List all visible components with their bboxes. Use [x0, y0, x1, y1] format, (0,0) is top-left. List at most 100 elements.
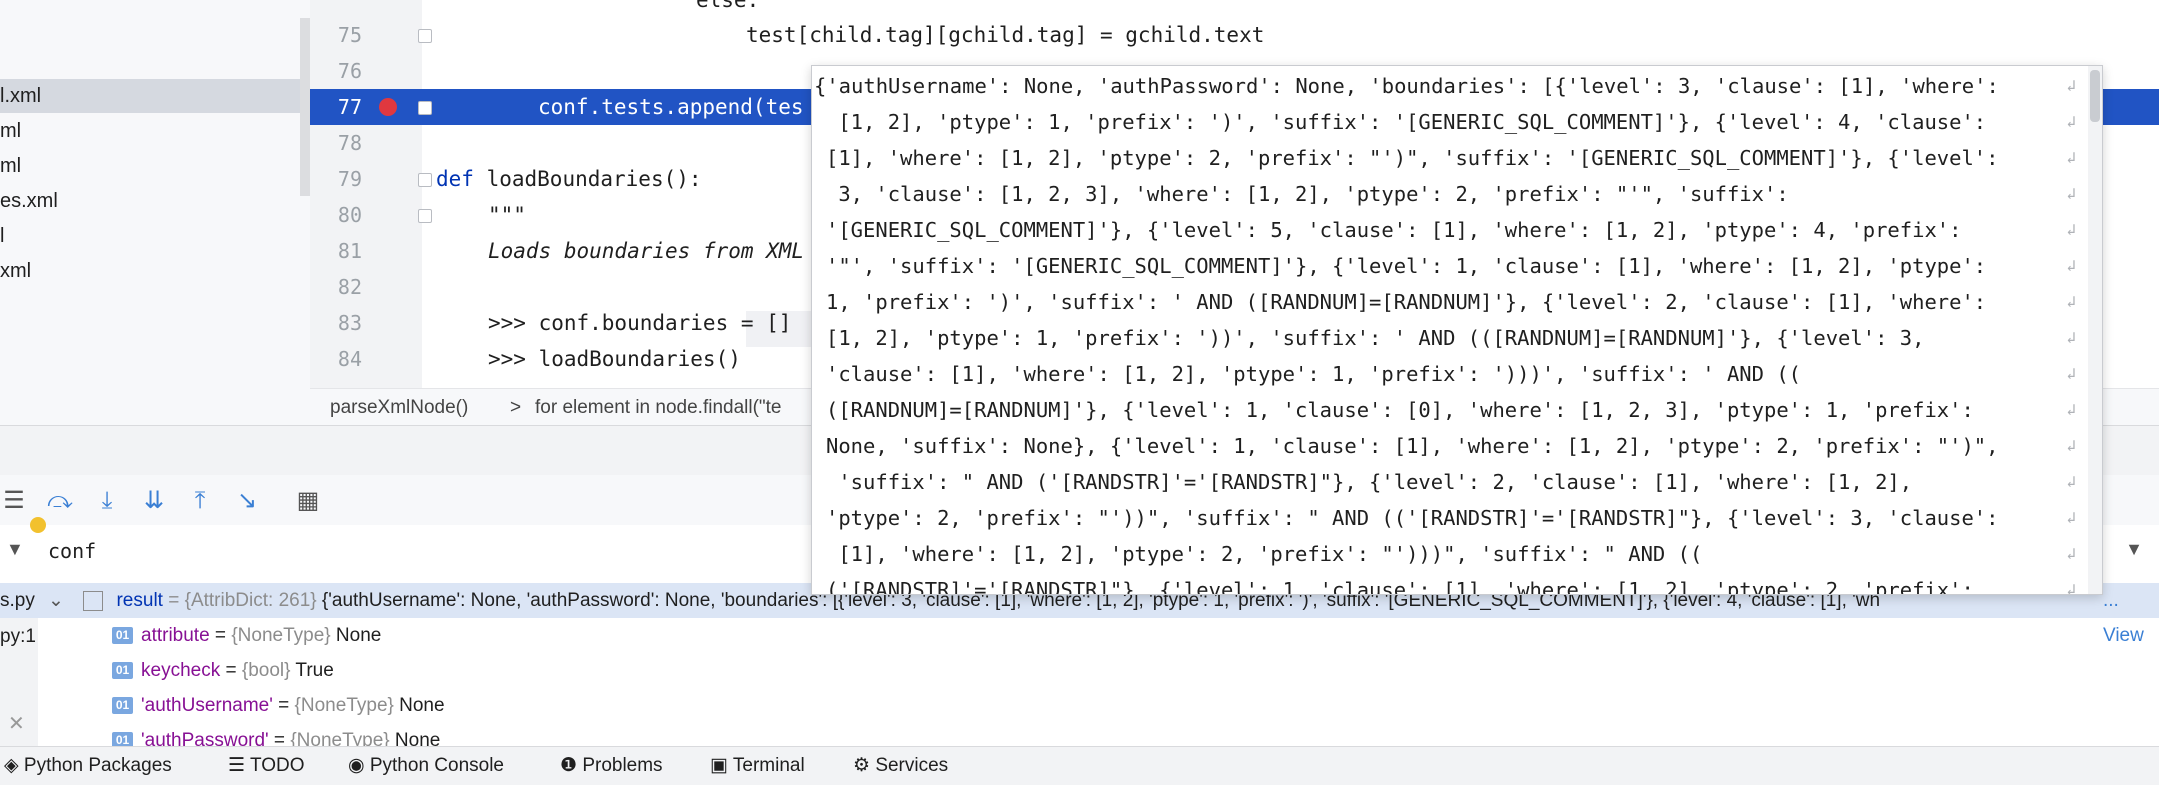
soft-wrap-icon: ↲ [2066, 328, 2076, 347]
line-number: 77 [337, 95, 362, 119]
tool-window-label: Problems [582, 755, 663, 776]
breakpoint-icon[interactable] [379, 98, 397, 116]
tree-item[interactable]: xml [0, 254, 31, 288]
popup-scrollbar[interactable] [2088, 66, 2102, 594]
view-link[interactable]: ... View [2103, 583, 2159, 646]
code-text: else: [696, 0, 760, 12]
frame-item[interactable]: s.py [0, 583, 38, 618]
line-number: 82 [337, 275, 362, 299]
run-to-cursor-icon[interactable]: ↘ [233, 487, 261, 515]
tool-window-python-console[interactable]: ◉ Python Console [348, 747, 504, 785]
popup-line: [1, 2], 'ptype': 1, 'prefix': ')', 'suff… [826, 110, 1987, 134]
tool-window-problems[interactable]: ❶ Problems [560, 747, 663, 785]
variable-type: {bool} [241, 660, 291, 681]
line-number: 75 [337, 23, 362, 47]
variable-row[interactable]: 01 keycheck = {bool} True [112, 653, 334, 688]
tree-item-label: ml [0, 120, 22, 142]
tool-window-label: TODO [249, 755, 305, 776]
soft-wrap-icon: ↲ [2066, 220, 2076, 239]
soft-wrap-icon: ↲ [2066, 472, 2076, 491]
soft-wrap-icon: ↲ [2066, 184, 2076, 203]
lightbulb-icon[interactable] [30, 517, 46, 533]
popup-line: {'authUsername': None, 'authPassword': N… [814, 74, 1999, 98]
line-number: 80 [337, 203, 362, 227]
fold-icon[interactable] [418, 101, 432, 115]
tool-window-todo[interactable]: ☰ TODO [228, 747, 305, 785]
fold-icon[interactable] [418, 29, 432, 43]
docstring: """ [488, 203, 526, 227]
tree-item[interactable]: ml [0, 114, 21, 148]
line-number: 78 [337, 131, 362, 155]
soft-wrap-icon: ↲ [2066, 580, 2076, 595]
project-tree-scrollbar[interactable] [300, 18, 310, 196]
variable-row[interactable]: 01 attribute = {NoneType} None [112, 618, 381, 653]
value-popup[interactable]: {'authUsername': None, 'authPassword': N… [811, 65, 2103, 595]
soft-wrap-icon: ↲ [2066, 148, 2076, 167]
tree-item[interactable]: l [0, 219, 4, 253]
terminal-icon: ▣ [710, 755, 733, 776]
python-packages-icon: ◈ [4, 755, 24, 776]
dropdown-arrow-icon[interactable]: ▼ [6, 539, 24, 560]
variable-type: {NoneType} [294, 695, 394, 716]
popup-line: ('[RANDSTR]'='[RANDSTR]"}, {'level': 1, … [826, 578, 1974, 595]
python-console-icon: ◉ [348, 755, 370, 776]
popup-line: [1], 'where': [1, 2], 'ptype': 2, 'prefi… [826, 542, 1703, 566]
expand-icon[interactable]: ⌄ [48, 590, 64, 611]
popup-line: 3, 'clause': [1, 2, 3], 'where': [1, 2],… [826, 182, 1789, 206]
tool-window-bar: ◈ Python Packages ☰ TODO ◉ Python Consol… [0, 746, 2159, 785]
breadcrumb-item[interactable]: parseXmlNode() [330, 389, 468, 426]
soft-wrap-icon: ↲ [2066, 544, 2076, 563]
popup-line: '[GENERIC_SQL_COMMENT]'}, {'level': 5, '… [826, 218, 1962, 242]
line-number: 79 [337, 167, 362, 191]
field-icon: 01 [112, 627, 133, 645]
variable-type: {NoneType} [231, 625, 331, 646]
popup-line: '"', 'suffix': '[GENERIC_SQL_COMMENT]'},… [826, 254, 1987, 278]
tool-window-label: Python Console [369, 755, 505, 776]
variable-value: True [295, 660, 334, 681]
tool-window-label: Terminal [732, 755, 805, 776]
code-line[interactable]: 75 test[child.tag][gchild.tag] = gchild.… [310, 17, 2159, 53]
project-tree: l.xml ml ml es.xml l xml [0, 0, 310, 425]
step-over-icon[interactable]: ⤼ [46, 487, 74, 515]
tool-window-services[interactable]: ⚙ Services [853, 747, 948, 785]
fold-icon[interactable] [418, 209, 432, 223]
breadcrumb-separator: > [510, 397, 522, 418]
popup-line: 'suffix': " AND ('[RANDSTR]'='[RANDSTR]"… [826, 470, 1913, 494]
close-icon[interactable]: ✕ [8, 711, 25, 736]
variable-name: attribute [141, 625, 210, 646]
field-icon: 01 [112, 662, 133, 680]
soft-wrap-icon: ↲ [2066, 400, 2076, 419]
code-text: >>> conf.boundaries = [] [488, 311, 792, 335]
history-dropdown-icon[interactable]: ▼ [2125, 539, 2143, 560]
variable-value: None [399, 695, 445, 716]
frame-item[interactable]: py:1 [0, 619, 36, 654]
step-into-my-code-icon[interactable]: ⇊ [140, 487, 168, 515]
code-text: loadBoundaries(): [473, 167, 702, 191]
step-out-icon[interactable]: ⤒ [186, 487, 214, 515]
breadcrumb-item[interactable]: for element in node.findall("te [535, 389, 782, 426]
tree-item[interactable]: es.xml [0, 184, 58, 218]
soft-wrap-icon: ↲ [2066, 508, 2076, 527]
variable-row[interactable]: 01'authUsername' = {NoneType} None [112, 688, 445, 723]
line-number: 84 [337, 347, 362, 371]
code-text: >>> loadBoundaries() [488, 347, 741, 371]
menu-icon[interactable]: ☰ [0, 487, 28, 515]
tree-item[interactable]: ml [0, 149, 21, 183]
tree-item-label: es.xml [0, 190, 58, 212]
popup-scroll-thumb[interactable] [2090, 70, 2100, 122]
popup-line: 1, 'prefix': ')', 'suffix': ' AND ([RAND… [826, 290, 1987, 314]
popup-line: [1], 'where': [1, 2], 'ptype': 2, 'prefi… [826, 146, 1999, 170]
tool-window-terminal[interactable]: ▣ Terminal [710, 747, 805, 785]
fold-icon[interactable] [418, 173, 432, 187]
soft-wrap-icon: ↲ [2066, 364, 2076, 383]
evaluate-expression-icon[interactable]: ▦ [294, 487, 322, 515]
tool-window-python-packages[interactable]: ◈ Python Packages [4, 747, 172, 785]
code-text: test[child.tag][gchild.tag] = gchild.tex… [746, 23, 1265, 47]
tree-item[interactable]: l.xml [0, 79, 300, 113]
code-text: conf.tests.append(tes [538, 95, 804, 119]
soft-wrap-icon: ↲ [2066, 292, 2076, 311]
code-line[interactable]: else: [310, 0, 2159, 18]
variable-name: keycheck [141, 660, 221, 681]
evaluate-input[interactable]: conf [48, 539, 96, 563]
step-into-icon[interactable]: ⤓ [93, 487, 121, 515]
